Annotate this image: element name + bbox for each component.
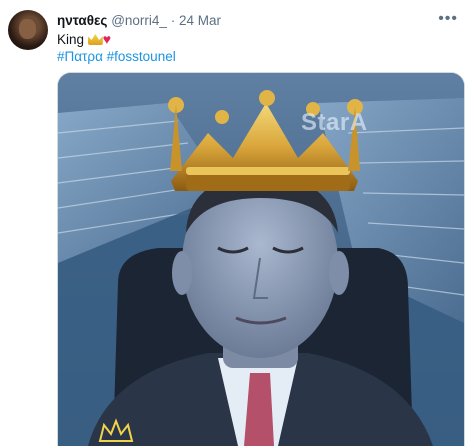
- tweet-text: King ♥: [57, 31, 111, 48]
- tweet[interactable]: ηνταθες @norri4_ · 24 Mar ••• King ♥ #Πα…: [0, 0, 472, 446]
- tweet-media-photo[interactable]: StarA: [57, 72, 465, 446]
- separator: ·: [170, 13, 176, 28]
- hashtag-fosstounel[interactable]: #fosstounel: [107, 49, 176, 64]
- handle[interactable]: @norri4_: [111, 13, 167, 28]
- photo-illustration: [58, 73, 464, 446]
- avatar[interactable]: [8, 10, 48, 50]
- tweet-date[interactable]: 24 Mar: [179, 13, 221, 28]
- crown-icon: [87, 34, 103, 45]
- heart-icon: ♥: [102, 31, 112, 47]
- tweet-header: ηνταθες @norri4_ · 24 Mar: [57, 12, 221, 29]
- stadium-sign-text: StarA: [301, 109, 368, 136]
- tweet-text-content: King: [57, 32, 85, 47]
- more-dots-icon[interactable]: •••: [438, 10, 458, 28]
- display-name[interactable]: ηνταθες: [57, 13, 107, 28]
- hashtag-patra[interactable]: #Πατρα: [57, 49, 103, 64]
- hashtags: #Πατρα #fosstounel: [57, 48, 176, 65]
